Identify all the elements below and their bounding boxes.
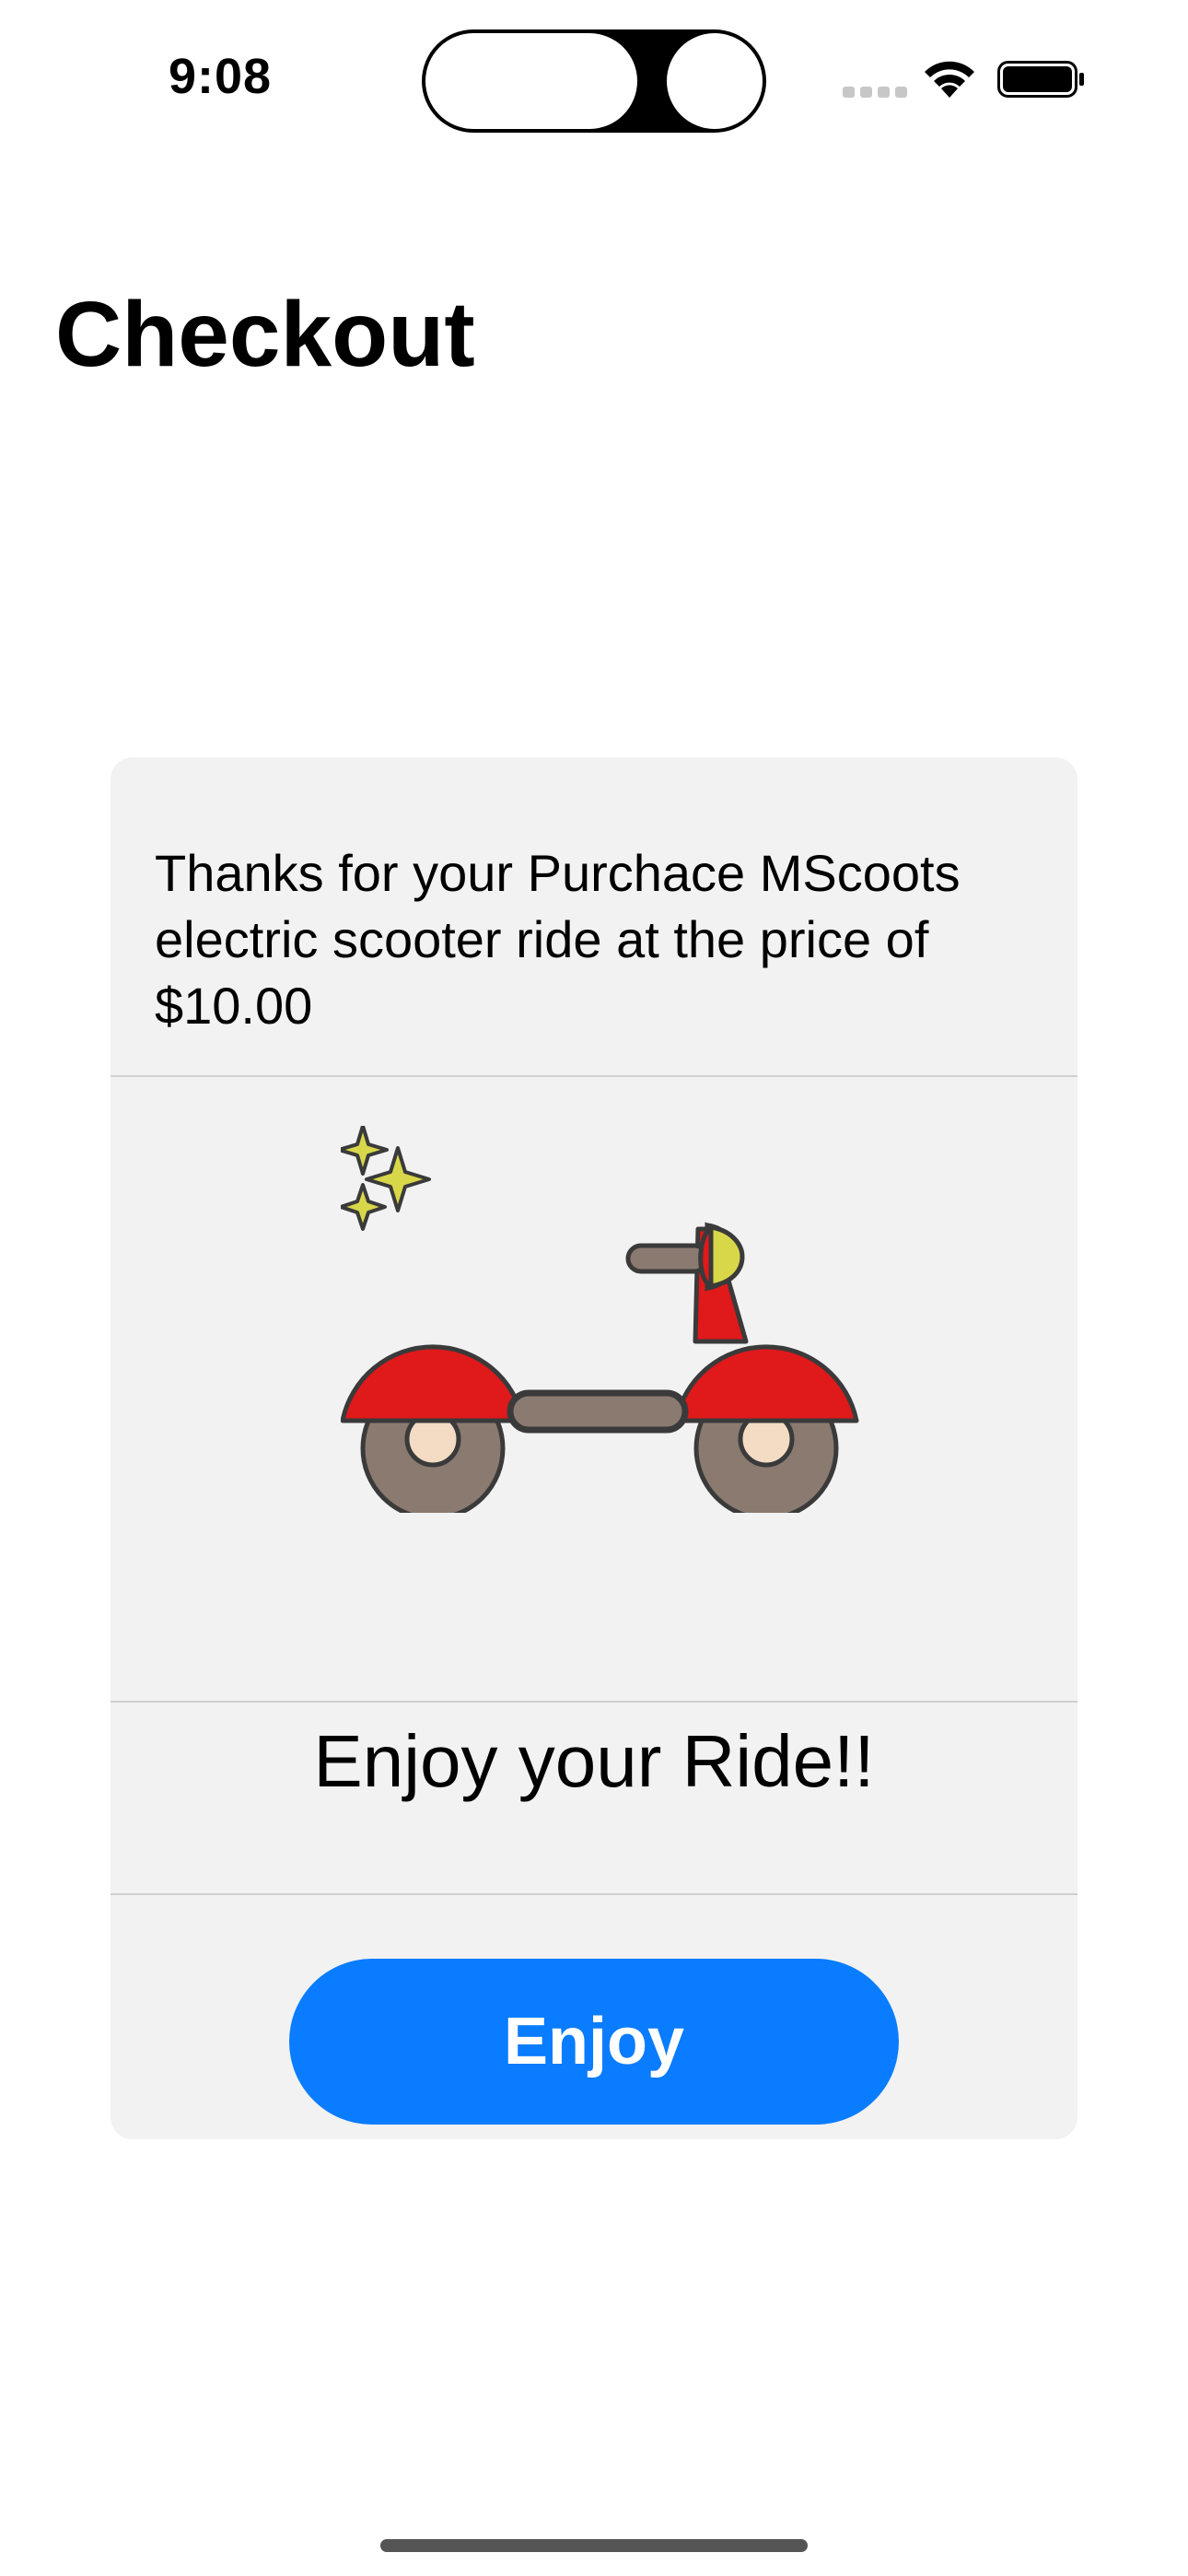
status-time: 9:08 — [169, 49, 273, 104]
scooter-icon — [341, 1126, 859, 1513]
home-indicator[interactable] — [380, 2539, 808, 2552]
cellular-signal-icon — [843, 87, 907, 98]
dynamic-island — [422, 29, 766, 133]
divider — [111, 1701, 1077, 1703]
enjoy-ride-label: Enjoy your Ride!! — [313, 1720, 875, 1802]
divider — [111, 1075, 1077, 1077]
divider — [111, 1893, 1077, 1895]
island-circle-shape — [667, 33, 763, 129]
battery-icon — [997, 61, 1084, 98]
sparkle-icon — [341, 1126, 431, 1231]
page-title: Checkout — [55, 283, 475, 386]
purchase-message: Thanks for your Purchace MScoots electri… — [155, 844, 961, 1035]
checkout-card: Thanks for your Purchace MScoots electri… — [111, 757, 1077, 2139]
island-pill-shape — [425, 33, 637, 129]
wifi-icon — [925, 61, 974, 98]
enjoy-button[interactable]: Enjoy — [289, 1959, 899, 2125]
